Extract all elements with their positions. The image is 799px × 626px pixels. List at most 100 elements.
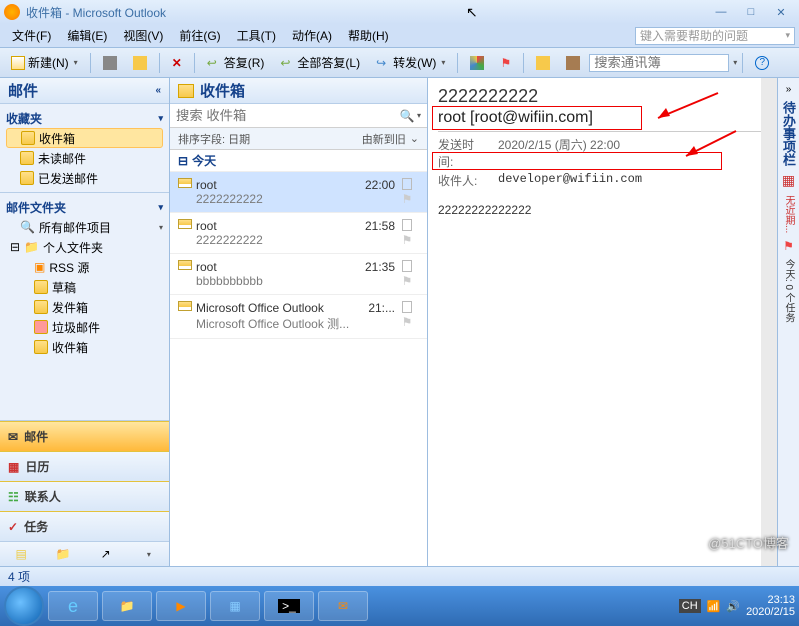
menu-help[interactable]: 帮助(H) xyxy=(340,27,397,44)
favorites-title[interactable]: 收藏夹 ▾ xyxy=(6,108,163,128)
menu-file[interactable]: 文件(F) xyxy=(4,27,59,44)
folder-move-icon xyxy=(133,56,147,70)
nav-folders[interactable]: 📁 xyxy=(42,542,84,566)
folder-junk[interactable]: 垃圾邮件 xyxy=(6,317,163,337)
search-contacts-input[interactable] xyxy=(589,54,729,72)
nav-contacts[interactable]: ☷联系人 xyxy=(0,481,169,511)
outlook-icon xyxy=(4,4,20,20)
category-icon xyxy=(470,56,484,70)
help-button[interactable]: ? xyxy=(748,52,776,74)
new-button[interactable]: 新建(N)▾ xyxy=(4,52,85,74)
todo-title: 待办事项栏 xyxy=(779,101,798,166)
nav-notes[interactable]: ▤ xyxy=(0,542,42,566)
nav-mail[interactable]: ✉邮件 xyxy=(0,421,169,451)
message-item[interactable]: rootbbbbbbbbbb21:35⚑ xyxy=(170,254,427,295)
start-button[interactable] xyxy=(4,586,44,626)
menu-goto[interactable]: 前往(G) xyxy=(171,27,228,44)
dropdown-icon: ▾ xyxy=(159,223,163,232)
dropdown-icon: ▾ xyxy=(441,58,445,67)
explorer-icon: 📁 xyxy=(120,599,135,613)
clock[interactable]: 23:13 2020/2/15 xyxy=(746,594,795,618)
forward-button[interactable]: ↪转发(W)▾ xyxy=(369,52,452,74)
sort-field: 排序字段: 日期 xyxy=(178,131,250,147)
fav-inbox[interactable]: 收件箱 xyxy=(6,128,163,148)
message-item[interactable]: root222222222222:00⚑ xyxy=(170,172,427,213)
forward-icon: ↪ xyxy=(376,56,390,70)
scrollbar[interactable] xyxy=(761,78,777,566)
calendar-icon[interactable]: ▦ xyxy=(782,172,795,189)
expand-icon: ⌄ xyxy=(410,132,419,145)
minimize-button[interactable]: — xyxy=(707,3,735,21)
reply-icon: ↩ xyxy=(207,56,221,70)
collapse-icon[interactable]: « xyxy=(155,85,161,96)
folder-icon xyxy=(21,131,35,145)
reply-all-button[interactable]: ↩全部答复(L) xyxy=(273,52,367,74)
tray-icon[interactable]: 📶 xyxy=(707,600,721,613)
menu-tools[interactable]: 工具(T) xyxy=(229,27,284,44)
category-box[interactable] xyxy=(402,301,412,313)
flag-icon[interactable]: ⚑ xyxy=(402,315,413,329)
send-receive-button[interactable] xyxy=(529,52,557,74)
flag-icon[interactable]: ⚑ xyxy=(402,274,413,288)
nav-shortcuts[interactable]: ↗ xyxy=(85,542,127,566)
delete-button[interactable]: ✕ xyxy=(165,52,189,74)
search-row: 🔍 ▾ xyxy=(170,104,427,128)
nav-calendar[interactable]: ▦日历 xyxy=(0,451,169,481)
tasks-icon: ✓ xyxy=(8,520,18,534)
msg-time: 22:00 xyxy=(355,178,395,206)
categorize-button[interactable] xyxy=(463,52,491,74)
nav-tasks[interactable]: ✓任务 xyxy=(0,511,169,541)
sort-order[interactable]: 由新到旧⌄ xyxy=(362,131,419,147)
move-button[interactable] xyxy=(126,52,154,74)
followup-button[interactable]: ⚑ xyxy=(493,52,518,74)
folder-icon xyxy=(20,151,34,165)
folder-icon xyxy=(34,340,48,354)
mail-folders-title[interactable]: 邮件文件夹 ▾ xyxy=(6,197,163,217)
maximize-button[interactable]: □ xyxy=(737,3,765,21)
help-search-box[interactable]: 键入需要帮助的问题 ▾ xyxy=(635,27,795,45)
menu-actions[interactable]: 动作(A) xyxy=(284,27,340,44)
mail-icon: ✉ xyxy=(8,430,18,444)
toolbar: 新建(N)▾ ✕ ↩答复(R) ↩全部答复(L) ↪转发(W)▾ ⚑ ▾ ? xyxy=(0,48,799,78)
dropdown-icon[interactable]: ▾ xyxy=(733,58,737,67)
fav-unread[interactable]: 未读邮件 xyxy=(6,148,163,168)
folder-outbox[interactable]: 发件箱 xyxy=(6,297,163,317)
menu-edit[interactable]: 编辑(E) xyxy=(59,27,115,44)
category-box[interactable] xyxy=(402,260,412,272)
msg-subject: bbbbbbbbbb xyxy=(196,274,355,288)
address-book-button[interactable] xyxy=(559,52,587,74)
sort-row[interactable]: 排序字段: 日期 由新到旧⌄ xyxy=(170,128,427,150)
folder-rss[interactable]: ▣RSS 源 xyxy=(6,257,163,277)
msg-from: root xyxy=(196,178,355,192)
search-input[interactable] xyxy=(176,106,399,126)
all-mail-items[interactable]: 🔍所有邮件项目▾ xyxy=(6,217,163,237)
flag-icon[interactable]: ⚑ xyxy=(402,233,413,247)
title-bar: 收件箱 - Microsoft Outlook — □ ✕ xyxy=(0,0,799,24)
tray-icon[interactable]: 🔊 xyxy=(726,600,740,613)
search-dropdown[interactable]: ▾ xyxy=(417,111,421,120)
category-box[interactable] xyxy=(402,219,412,231)
send-receive-icon xyxy=(536,56,550,70)
search-button[interactable]: 🔍 xyxy=(399,108,415,124)
ime-indicator[interactable]: CH xyxy=(679,599,701,613)
folder-icon xyxy=(34,280,48,294)
sent-value: 2020/2/15 (周六) 22:00 xyxy=(498,136,620,170)
reply-button[interactable]: ↩答复(R) xyxy=(200,52,272,74)
folder-drafts[interactable]: 草稿 xyxy=(6,277,163,297)
group-today[interactable]: ⊟ 今天 xyxy=(170,150,427,172)
personal-folders[interactable]: ⊟📁个人文件夹 xyxy=(6,237,163,257)
reply-all-icon: ↩ xyxy=(280,56,294,70)
item-count: 4 项 xyxy=(8,568,30,585)
flag-icon[interactable]: ⚑ xyxy=(402,192,413,206)
print-button[interactable] xyxy=(96,52,124,74)
category-box[interactable] xyxy=(402,178,412,190)
message-item[interactable]: root222222222221:58⚑ xyxy=(170,213,427,254)
folder-inbox[interactable]: 收件箱 xyxy=(6,337,163,357)
menu-view[interactable]: 视图(V) xyxy=(115,27,171,44)
close-button[interactable]: ✕ xyxy=(767,3,795,21)
nav-configure[interactable]: ▾ xyxy=(127,542,169,566)
fav-sent[interactable]: 已发送邮件 xyxy=(6,168,163,188)
message-item[interactable]: Microsoft Office OutlookMicrosoft Office… xyxy=(170,295,427,339)
expand-icon[interactable]: ⊟ xyxy=(10,240,20,254)
expand-icon[interactable]: » xyxy=(786,84,792,95)
